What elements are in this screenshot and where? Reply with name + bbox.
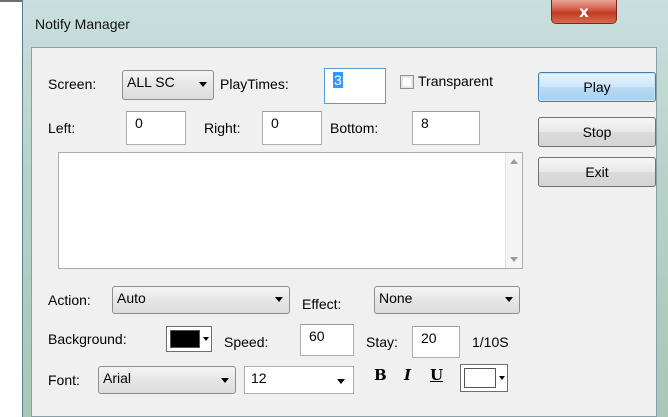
stay-value: 20 [421, 330, 437, 346]
background-color-swatch [170, 330, 200, 348]
transparent-label: Transparent [418, 73, 493, 89]
scroll-up-icon[interactable] [510, 159, 518, 164]
chevron-down-icon [203, 337, 209, 341]
action-select[interactable]: Auto [112, 286, 290, 314]
bottom-input[interactable]: 8 [412, 111, 480, 145]
stop-button[interactable]: Stop [538, 117, 656, 147]
screen-label: Screen: [48, 76, 97, 92]
font-select-value: Arial [103, 370, 132, 386]
bold-button[interactable]: B [374, 366, 387, 384]
stay-label: Stay: [366, 334, 398, 350]
close-button[interactable]: x [551, 0, 617, 24]
font-color-swatch [464, 368, 496, 388]
scroll-down-icon[interactable] [510, 257, 518, 262]
effect-select[interactable]: None [374, 286, 520, 314]
action-select-value: Auto [117, 290, 146, 306]
action-label: Action: [48, 292, 91, 308]
chevron-down-icon [505, 297, 513, 302]
playtimes-label: PlayTimes: [220, 76, 289, 92]
bottom-value: 8 [421, 115, 429, 131]
effect-label: Effect: [302, 296, 342, 312]
close-icon: x [579, 2, 589, 21]
underline-button[interactable]: U [430, 366, 443, 384]
right-input[interactable]: 0 [262, 111, 322, 145]
speed-label: Speed: [224, 334, 269, 350]
window-title: Notify Manager [35, 16, 130, 32]
chevron-down-icon [275, 297, 283, 302]
dialog-client-area: Screen: ALL SC PlayTimes: 3 Transparent … [31, 47, 657, 417]
chevron-down-icon [221, 378, 229, 383]
font-color-picker[interactable] [460, 364, 508, 392]
background-color-picker[interactable] [166, 326, 212, 352]
chevron-down-icon [199, 82, 207, 87]
exit-button[interactable]: Exit [538, 157, 656, 187]
font-size-select[interactable]: 12 [244, 366, 354, 394]
message-scrollbar[interactable] [505, 153, 522, 268]
italic-button[interactable]: I [404, 366, 411, 384]
speed-value: 60 [309, 328, 325, 344]
bottom-label: Bottom: [330, 120, 379, 136]
notify-manager-window: Notify Manager x Screen: ALL SC PlayTime… [22, 0, 668, 417]
stay-unit: 1/10S [472, 334, 509, 350]
transparent-checkbox[interactable] [400, 75, 414, 89]
right-value: 0 [271, 115, 279, 131]
font-select[interactable]: Arial [98, 366, 236, 394]
left-label: Left: [48, 120, 76, 136]
background-label: Background: [48, 331, 127, 347]
font-size-value: 12 [251, 370, 267, 386]
font-label: Font: [48, 372, 80, 388]
screen-select[interactable]: ALL SC [122, 70, 214, 100]
right-label: Right: [204, 120, 241, 136]
chevron-down-icon [499, 376, 505, 380]
chevron-down-icon [337, 379, 345, 384]
stay-input[interactable]: 20 [412, 326, 460, 358]
screen-select-value: ALL SC [127, 74, 175, 90]
play-button[interactable]: Play [538, 72, 656, 102]
left-input[interactable]: 0 [126, 111, 186, 145]
playtimes-value: 3 [333, 72, 343, 88]
left-value: 0 [135, 115, 143, 131]
playtimes-input[interactable]: 3 [324, 68, 386, 104]
speed-input[interactable]: 60 [300, 324, 354, 356]
desktop-edge [0, 0, 22, 2]
effect-select-value: None [379, 290, 413, 306]
message-textarea[interactable] [58, 152, 523, 269]
